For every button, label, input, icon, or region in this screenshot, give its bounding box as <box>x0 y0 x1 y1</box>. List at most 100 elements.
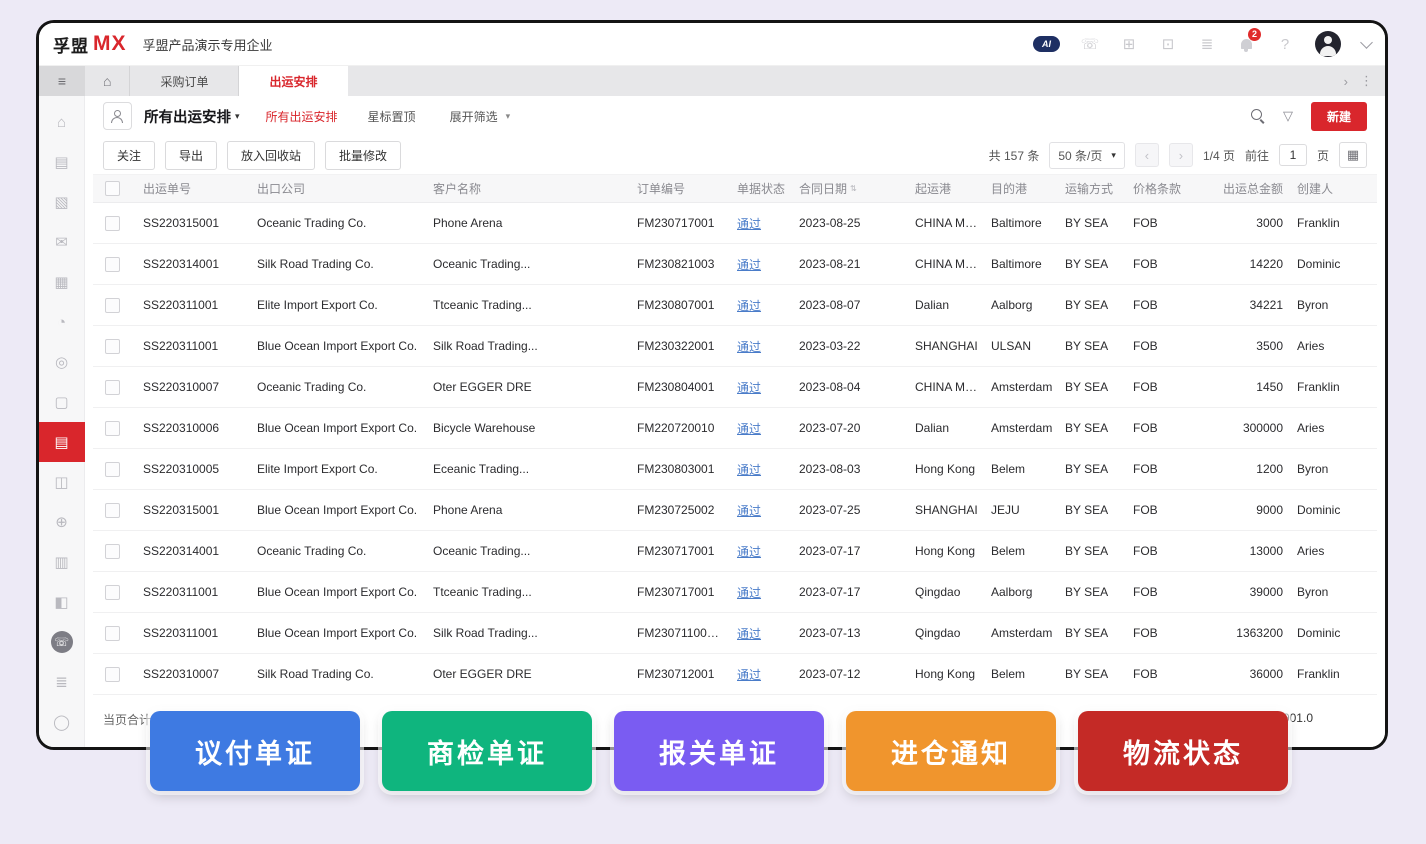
row-checkbox[interactable] <box>104 502 120 518</box>
sidebar-item-ledger[interactable]: ▥ <box>39 542 85 582</box>
column-header-order-no[interactable]: 订单编号 <box>625 180 725 197</box>
cell-order-no: FM230711002,F... <box>637 626 725 640</box>
search-icon[interactable] <box>1250 109 1265 123</box>
tasks-icon[interactable]: ≣ <box>1198 35 1216 53</box>
row-checkbox[interactable] <box>104 215 120 231</box>
cell-status[interactable]: 通过 <box>725 502 787 519</box>
sidebar-item-home[interactable]: ⌂ <box>39 102 85 142</box>
sidebar-item-orders[interactable]: ◫ <box>39 462 85 502</box>
cell-order-no: FM230717001 <box>637 216 715 230</box>
cell-status[interactable]: 通过 <box>725 297 787 314</box>
cell-status[interactable]: 通过 <box>725 338 787 355</box>
cell-status[interactable]: 通过 <box>725 215 787 232</box>
row-checkbox[interactable] <box>104 625 120 641</box>
column-header-contract-date[interactable]: 合同日期 ⇅ <box>787 180 903 197</box>
row-checkbox[interactable] <box>104 256 120 272</box>
cell-contract-date: 2023-08-03 <box>799 462 861 476</box>
sidebar-item-target[interactable]: ◎ <box>39 342 85 382</box>
sidebar-item-shipping-docs[interactable]: ▤ <box>39 422 85 462</box>
tab-home[interactable]: ⌂ <box>85 66 131 96</box>
page-size-select[interactable]: 50 条/页 ▾ <box>1049 141 1125 169</box>
column-header-total-amount[interactable]: 出运总金额 <box>1207 180 1285 197</box>
headset-icon[interactable]: ☏ <box>1081 35 1100 53</box>
column-header-port-destination[interactable]: 目的港 <box>979 180 1053 197</box>
column-header-exporter[interactable]: 出口公司 <box>245 180 421 197</box>
row-checkbox[interactable] <box>104 584 120 600</box>
negotiation-docs-button[interactable]: 议付单证 <box>150 711 360 791</box>
logistics-status-button[interactable]: 物流状态 <box>1078 711 1288 791</box>
sidebar-item-help-circle[interactable]: ◯ <box>39 702 85 742</box>
column-header-shipment-no[interactable]: 出运单号 <box>131 180 245 197</box>
cell-status[interactable]: 通过 <box>725 379 787 396</box>
column-header-status[interactable]: 单据状态 <box>725 180 787 197</box>
inspection-docs-button[interactable]: 商检单证 <box>382 711 592 791</box>
view-selector-caret-icon[interactable]: ▾ <box>235 111 240 122</box>
sidebar-item-report[interactable]: ◧ <box>39 582 85 622</box>
cell-status[interactable]: 通过 <box>725 256 787 273</box>
goto-label: 前往 <box>1244 148 1269 163</box>
sidebar-item-workflow[interactable]: ▧ <box>39 182 85 222</box>
monitor-icon[interactable]: ⊡ <box>1159 35 1177 53</box>
cell-status[interactable]: 通过 <box>725 461 787 478</box>
view-selector[interactable]: 所有出运安排 <box>144 106 231 127</box>
row-checkbox[interactable] <box>104 297 120 313</box>
follow-button[interactable]: 关注 <box>103 140 156 170</box>
tab-scroll-right-icon[interactable]: › <box>1344 74 1348 89</box>
chevron-down-icon[interactable] <box>1360 35 1373 49</box>
recycle-button[interactable]: 放入回收站 <box>227 140 316 170</box>
row-checkbox[interactable] <box>104 461 120 477</box>
export-button[interactable]: 导出 <box>165 140 218 170</box>
cell-order-no: FM220720010 <box>637 421 715 435</box>
quick-filter-starred[interactable]: 星标置顶 <box>368 108 416 125</box>
expand-filter[interactable]: 展开筛选 ▾ <box>450 108 511 125</box>
quick-filter-all[interactable]: 所有出运安排 <box>266 108 338 125</box>
sidebar-item-package[interactable]: ▢ <box>39 382 85 422</box>
sidebar-item-contacts[interactable]: ▤ <box>39 142 85 182</box>
cell-status[interactable]: 通过 <box>725 625 787 642</box>
sidebar-item-logistics[interactable]: ⊕ <box>39 502 85 542</box>
create-button[interactable]: 新建 <box>1310 101 1367 131</box>
tab-more-icon[interactable]: ⋮ <box>1360 73 1373 89</box>
bell-icon[interactable]: 2 <box>1237 28 1261 53</box>
tab-purchase-orders[interactable]: 采购订单 <box>130 66 240 96</box>
sidebar-item-mail[interactable]: ✉ <box>39 222 85 262</box>
select-all-checkbox[interactable] <box>104 181 120 196</box>
ai-assistant-badge[interactable]: AI <box>1033 36 1060 52</box>
apps-grid-icon[interactable]: ⊞ <box>1120 35 1138 53</box>
row-checkbox[interactable] <box>104 338 120 354</box>
warehouse-notice-button[interactable]: 进仓通知 <box>846 711 1056 791</box>
batch-edit-button[interactable]: 批量修改 <box>325 140 402 170</box>
column-header-creator[interactable]: 创建人 <box>1285 180 1377 197</box>
cell-status[interactable]: 通过 <box>725 584 787 601</box>
row-checkbox[interactable] <box>104 666 120 682</box>
customs-docs-button[interactable]: 报关单证 <box>614 711 824 791</box>
sidebar-toggle[interactable]: ≡ <box>39 66 85 96</box>
next-page-button[interactable]: › <box>1168 143 1193 167</box>
help-icon[interactable]: ? <box>1276 35 1294 53</box>
cell-port-loading: SHANGHAI <box>915 503 978 517</box>
row-checkbox[interactable] <box>104 543 120 559</box>
tab-shipping-arrangement[interactable]: 出运安排 <box>239 66 348 96</box>
logo-text: 孚盟 <box>53 36 89 56</box>
filter-funnel-icon[interactable]: ▽ <box>1283 108 1293 124</box>
cell-status[interactable]: 通过 <box>725 543 787 560</box>
avatar[interactable] <box>1315 31 1341 57</box>
sort-icon[interactable]: ⇅ <box>850 184 857 192</box>
table-row: SS220310005 Elite Import Export Co. Eceani… <box>93 449 1377 490</box>
prev-page-button[interactable]: ‹ <box>1134 143 1159 167</box>
column-settings-icon[interactable]: ▦ <box>1339 142 1367 168</box>
row-checkbox[interactable] <box>104 420 120 436</box>
goto-page-input[interactable] <box>1278 144 1307 166</box>
cell-status[interactable]: 通过 <box>725 420 787 437</box>
column-header-port-loading[interactable]: 起运港 <box>903 180 979 197</box>
sidebar-item-compass[interactable]: ◔ <box>39 302 85 342</box>
column-header-customer[interactable]: 客户名称 <box>421 180 625 197</box>
cell-status[interactable]: 通过 <box>725 666 787 683</box>
sidebar-item-server[interactable]: ≣ <box>39 662 85 702</box>
view-scope-button[interactable] <box>103 102 132 130</box>
sidebar-item-company[interactable]: ▦ <box>39 262 85 302</box>
column-header-price-terms[interactable]: 价格条款 <box>1121 180 1207 197</box>
column-header-transport[interactable]: 运输方式 <box>1053 180 1121 197</box>
sidebar-item-phone[interactable]: ☏ <box>39 622 85 662</box>
row-checkbox[interactable] <box>104 379 120 395</box>
